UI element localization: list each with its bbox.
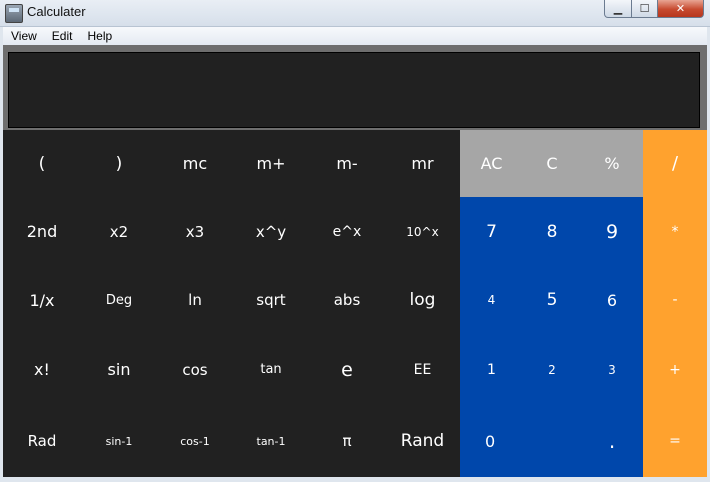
window-bottom-border <box>0 477 710 482</box>
square-root-button[interactable]: sqrt <box>233 266 309 334</box>
menu-bar: View Edit Help <box>3 27 707 45</box>
memory-clear-button[interactable]: mc <box>157 130 233 197</box>
euler-constant-button[interactable]: e <box>309 334 385 405</box>
reciprocal-button[interactable]: 1/x <box>3 266 81 334</box>
add-button[interactable]: + <box>643 334 707 405</box>
random-button[interactable]: Rand <box>385 405 460 477</box>
memory-subtract-button[interactable]: m- <box>309 130 385 197</box>
sine-button[interactable]: sin <box>81 334 157 405</box>
ten-power-button[interactable]: 10^x <box>385 197 460 266</box>
calculator-icon <box>5 4 23 23</box>
exp-button[interactable]: e^x <box>309 197 385 266</box>
equals-button[interactable]: = <box>643 405 707 477</box>
digit-7-button[interactable]: 7 <box>460 197 523 266</box>
subtract-button[interactable]: - <box>643 266 707 334</box>
factorial-button[interactable]: x! <box>3 334 81 405</box>
arctangent-button[interactable]: tan-1 <box>233 405 309 477</box>
menu-view[interactable]: View <box>3 29 44 43</box>
memory-add-button[interactable]: m+ <box>233 130 309 197</box>
digit-6-button[interactable]: 6 <box>581 266 643 334</box>
percent-button[interactable]: % <box>581 130 643 197</box>
decimal-point-button[interactable]: . <box>581 405 643 477</box>
memory-recall-button[interactable]: mr <box>385 130 460 197</box>
menu-edit[interactable]: Edit <box>44 29 80 43</box>
all-clear-button[interactable]: AC <box>460 130 523 197</box>
multiply-button[interactable]: * <box>643 197 707 266</box>
close-button[interactable]: ✕ <box>658 0 704 18</box>
open-paren-button[interactable]: ( <box>3 130 81 197</box>
menu-help[interactable]: Help <box>79 29 119 43</box>
window-controls: ▁ ☐ ✕ <box>604 0 704 18</box>
digit-9-button[interactable]: 9 <box>581 197 643 266</box>
title-bar: Calculater ▁ ☐ ✕ <box>0 0 710 27</box>
exponent-button[interactable]: EE <box>385 334 460 405</box>
cube-button[interactable]: x3 <box>157 197 233 266</box>
degree-button[interactable]: Deg <box>81 266 157 334</box>
maximize-button[interactable]: ☐ <box>632 0 658 18</box>
digit-3-button[interactable]: 3 <box>581 334 643 405</box>
power-button[interactable]: x^y <box>233 197 309 266</box>
log-button[interactable]: log <box>385 266 460 334</box>
result-display <box>8 52 700 128</box>
square-button[interactable]: x2 <box>81 197 157 266</box>
close-paren-button[interactable]: ) <box>81 130 157 197</box>
absolute-value-button[interactable]: abs <box>309 266 385 334</box>
digit-1-button[interactable]: 1 <box>460 334 523 405</box>
clear-button[interactable]: C <box>523 130 581 197</box>
keypad: ( ) mc m+ m- mr AC C % / 2nd x2 x3 x^y e… <box>3 130 707 477</box>
pi-button[interactable]: π <box>309 405 385 477</box>
divide-button[interactable]: / <box>643 130 707 197</box>
arccosine-button[interactable]: cos-1 <box>157 405 233 477</box>
natural-log-button[interactable]: ln <box>157 266 233 334</box>
minimize-button[interactable]: ▁ <box>604 0 632 18</box>
arcsine-button[interactable]: sin-1 <box>81 405 157 477</box>
digit-0-button[interactable]: 0 <box>460 405 581 477</box>
digit-4-button[interactable]: 4 <box>460 266 523 334</box>
cosine-button[interactable]: cos <box>157 334 233 405</box>
digit-2-button[interactable]: 2 <box>523 334 581 405</box>
second-function-button[interactable]: 2nd <box>3 197 81 266</box>
tangent-button[interactable]: tan <box>233 334 309 405</box>
radian-button[interactable]: Rad <box>3 405 81 477</box>
digit-8-button[interactable]: 8 <box>523 197 581 266</box>
digit-5-button[interactable]: 5 <box>523 266 581 334</box>
window-title: Calculater <box>27 4 86 19</box>
